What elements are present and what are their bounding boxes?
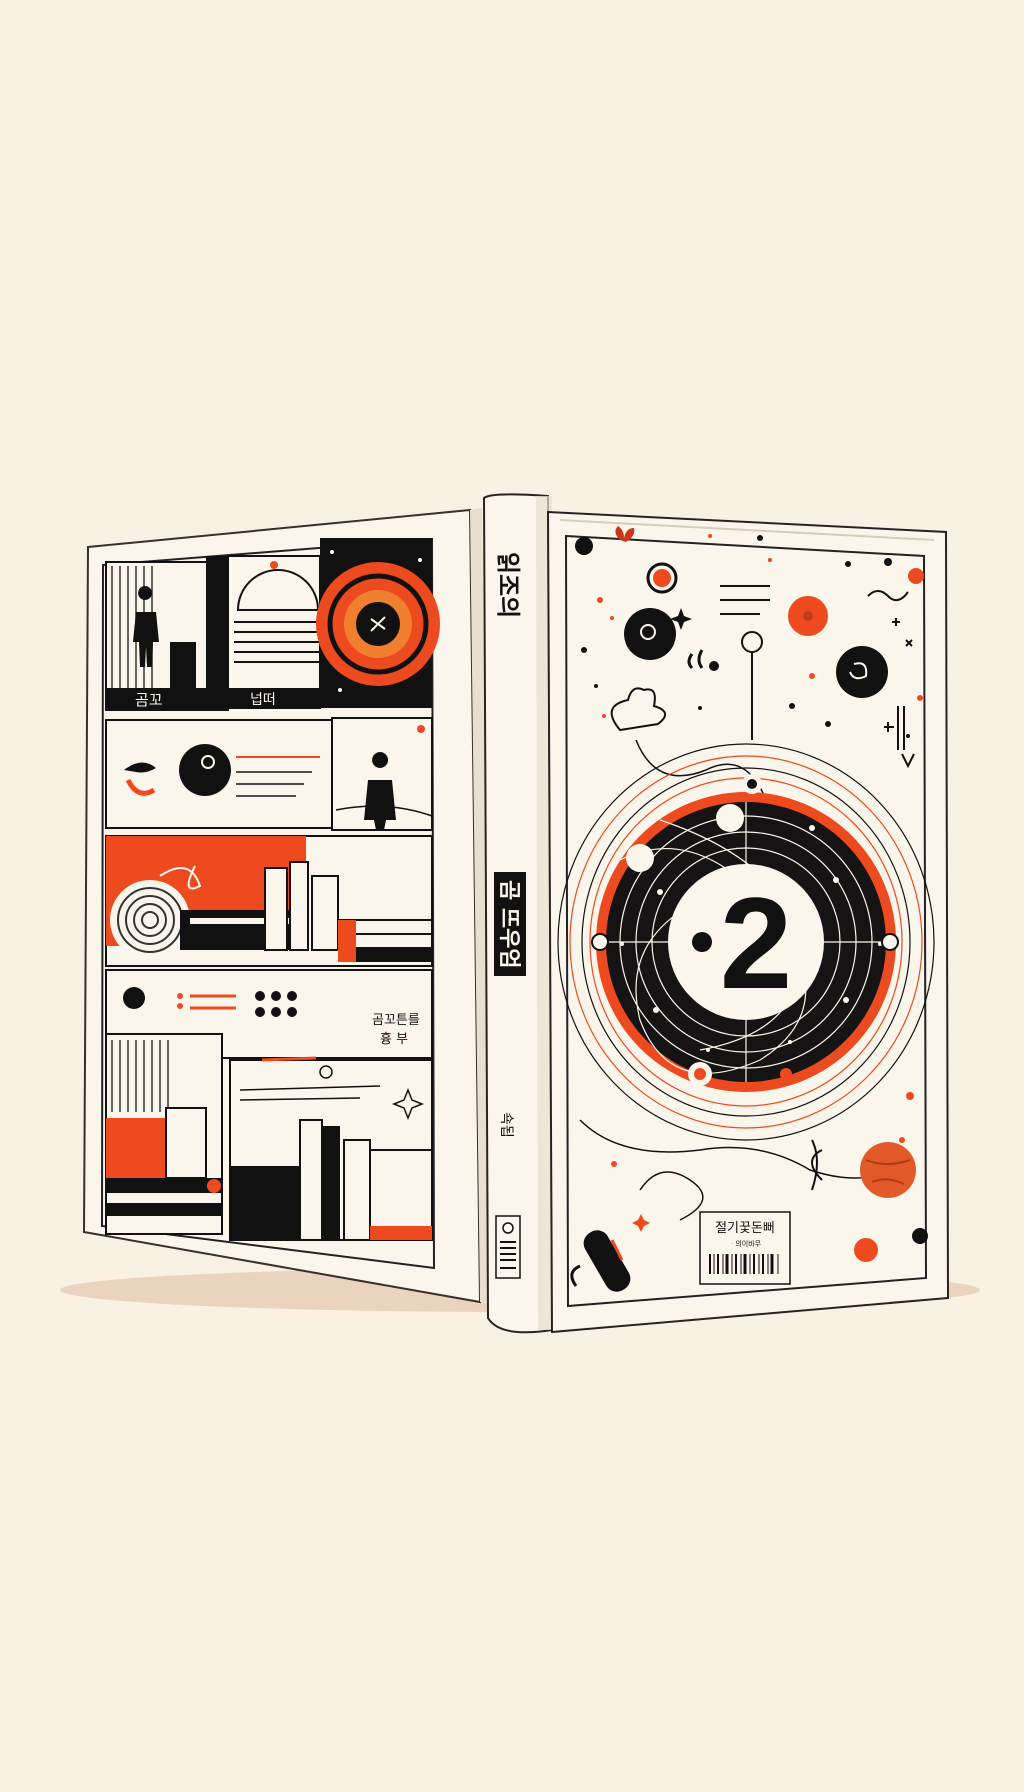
- spine-title-top: 읽조의: [494, 552, 522, 618]
- planet-icon: [860, 1142, 916, 1198]
- cover-label-subtext: ᆞ의이바무: [729, 1239, 762, 1248]
- book-illustration: 곰꼬 넙떠 곰꼬튼를 흉 부 읽조의 곰 뜨우엄 쇽됩 2 절기꿏돈뻐 ᆞ의이바…: [60, 493, 980, 1334]
- barcode-icon: [495, 1215, 521, 1279]
- panel-label-1: 곰꼬: [135, 691, 163, 709]
- back-cover: 곰꼬 넙떠 곰꼬튼를 흉 부: [82, 508, 492, 1304]
- spine-publisher: 쇽됩: [498, 1112, 514, 1138]
- front-cover: 2 절기꿏돈뻐 ᆞ의이바무: [546, 510, 950, 1334]
- cover-label-text: 절기꿏돈뻐: [715, 1221, 775, 1236]
- back-text-line-2: 흉 부: [380, 1032, 408, 1047]
- cover-big-number: 2: [720, 870, 792, 1016]
- back-panel-row-2: [105, 717, 433, 831]
- spine-title-boxed: 곰 뜨우엄: [496, 880, 521, 969]
- book-spine: 읽조의 곰 뜨우엄 쇽됩: [482, 493, 554, 1334]
- back-text-line-1: 곰꼬튼를: [372, 1013, 420, 1028]
- back-panel-row-4: [105, 1033, 433, 1241]
- panel-label-2: 넙떠: [250, 692, 276, 708]
- back-panel-row-3: 곰꼬튼를 흉 부: [105, 835, 433, 1059]
- back-panel-row-1: 곰꼬 넙떠: [105, 538, 440, 711]
- cover-label-box: 절기꿏돈뻐 ᆞ의이바무: [699, 1211, 791, 1285]
